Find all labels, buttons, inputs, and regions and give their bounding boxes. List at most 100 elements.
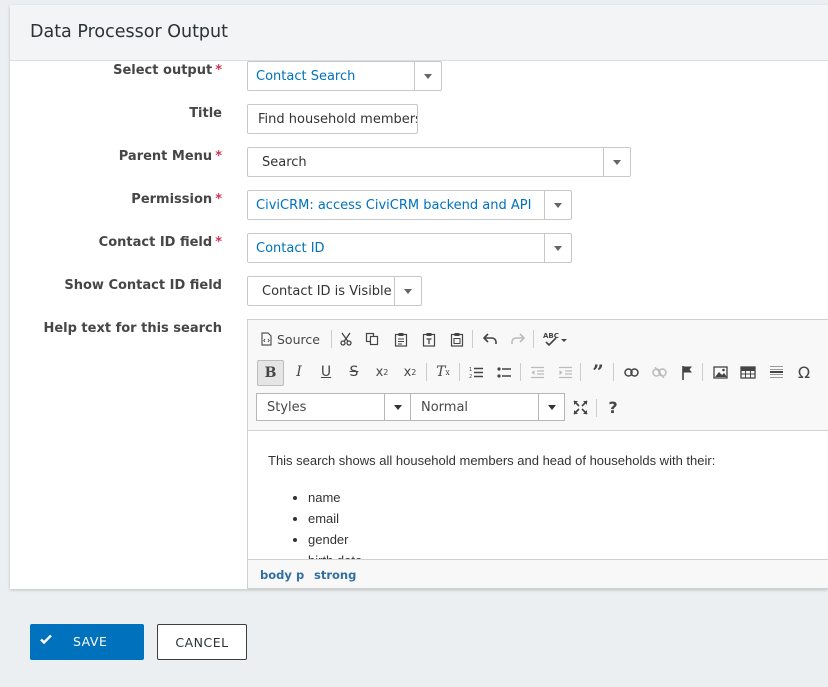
chevron-down-icon[interactable] bbox=[414, 62, 441, 90]
paste-icon[interactable] bbox=[390, 327, 412, 351]
spellcheck-icon[interactable]: ABC bbox=[541, 327, 569, 351]
editor-paragraph: This search shows all household members … bbox=[268, 453, 716, 468]
permission-value: CiviCRM: access CiviCRM backend and API bbox=[256, 198, 532, 213]
underline-icon[interactable]: U bbox=[315, 360, 337, 384]
styles-combo[interactable]: Styles bbox=[256, 393, 411, 421]
check-icon bbox=[39, 632, 53, 646]
toolbar-separator bbox=[520, 363, 521, 381]
toolbar-separator bbox=[459, 363, 460, 381]
show-contact-id-dropdown[interactable]: Contact ID is Visible bbox=[247, 276, 422, 306]
toolbar-separator bbox=[702, 363, 703, 381]
table-icon[interactable] bbox=[737, 360, 759, 384]
toolbar-separator bbox=[613, 363, 614, 381]
path-item-strong[interactable]: strong bbox=[314, 568, 356, 582]
dialog-title: Data Processor Output bbox=[30, 22, 228, 42]
increase-indent-icon[interactable] bbox=[554, 360, 576, 384]
list-item: email bbox=[308, 508, 362, 529]
svg-text:1: 1 bbox=[469, 367, 472, 373]
copy-icon[interactable] bbox=[361, 327, 383, 351]
parent-menu-label: Parent Menu * bbox=[118, 149, 222, 164]
strikethrough-icon[interactable]: S bbox=[343, 360, 365, 384]
toolbar-separator bbox=[472, 330, 473, 348]
svg-text:2: 2 bbox=[469, 374, 472, 379]
format-combo[interactable]: Normal bbox=[410, 393, 565, 421]
editor-content-area[interactable]: This search shows all household members … bbox=[248, 430, 828, 559]
parent-menu-value: Search bbox=[262, 155, 307, 170]
maximize-icon[interactable] bbox=[569, 395, 591, 419]
path-item-body[interactable]: body bbox=[260, 568, 292, 582]
permission-label: Permission * bbox=[131, 192, 222, 207]
remove-format-icon[interactable]: Tx bbox=[432, 360, 454, 384]
image-icon[interactable] bbox=[709, 360, 731, 384]
parent-menu-dropdown[interactable]: Search bbox=[247, 147, 631, 177]
horizontal-rule-icon[interactable] bbox=[765, 360, 787, 384]
rich-text-editor: Source ABC B I U S x 2 x 2 T x 1 2 ” Ω S… bbox=[247, 319, 828, 589]
source-label: Source bbox=[277, 331, 320, 347]
undo-icon[interactable] bbox=[479, 327, 501, 351]
editor-bullet-list: name email gender birth date bbox=[288, 487, 362, 559]
show-contact-id-label: Show Contact ID field bbox=[64, 278, 222, 293]
contact-id-field-value: Contact ID bbox=[256, 241, 325, 256]
title-input-value: Find household members bbox=[258, 112, 418, 127]
help-icon[interactable]: ? bbox=[602, 395, 624, 419]
list-item: name bbox=[308, 487, 362, 508]
title-input[interactable]: Find household members bbox=[247, 104, 418, 134]
chevron-down-icon[interactable] bbox=[544, 191, 571, 219]
help-text-label: Help text for this search bbox=[43, 321, 222, 336]
path-item-p[interactable]: p bbox=[296, 568, 304, 582]
editor-toolbar-row-2: B I U S x2 x2 Tx 12 ” Ω bbox=[248, 360, 828, 388]
subscript-icon[interactable]: x2 bbox=[371, 360, 393, 384]
list-item: gender bbox=[308, 529, 362, 550]
special-character-icon[interactable]: Ω bbox=[793, 360, 815, 384]
dialog: Data Processor Output Select output * Con… bbox=[10, 5, 828, 589]
chevron-down-icon[interactable] bbox=[603, 148, 630, 176]
toolbar-separator bbox=[426, 363, 427, 381]
select-output-dropdown[interactable]: Contact Search bbox=[247, 61, 442, 91]
blockquote-icon[interactable]: ” bbox=[587, 360, 609, 384]
parent-menu-row: Parent Menu * Search bbox=[10, 147, 828, 187]
toolbar-separator bbox=[331, 330, 332, 348]
show-contact-id-value: Contact ID is Visible bbox=[262, 284, 392, 299]
bold-icon[interactable]: B bbox=[257, 360, 284, 386]
source-icon bbox=[260, 332, 273, 346]
chevron-down-icon[interactable] bbox=[538, 394, 564, 420]
editor-toolbar-row-3: Styles Normal ? bbox=[248, 393, 828, 421]
permission-row: Permission * CiviCRM: access CiviCRM back… bbox=[10, 190, 828, 230]
toolbar-separator bbox=[533, 330, 534, 348]
redo-icon[interactable] bbox=[507, 327, 529, 351]
contact-id-field-label: Contact ID field * bbox=[98, 235, 222, 250]
title-label: Title bbox=[189, 106, 222, 121]
italic-icon[interactable]: I bbox=[288, 360, 310, 384]
chevron-down-icon[interactable] bbox=[394, 277, 421, 305]
chevron-down-icon[interactable] bbox=[384, 394, 410, 420]
title-row: Title Find household members bbox=[10, 104, 828, 144]
source-button[interactable]: Source bbox=[260, 327, 324, 351]
editor-elements-path: body p strong bbox=[248, 559, 828, 588]
contact-id-field-row: Contact ID field * Contact ID bbox=[10, 233, 828, 273]
decrease-indent-icon[interactable] bbox=[526, 360, 548, 384]
toolbar-separator bbox=[580, 363, 581, 381]
contact-id-field-dropdown[interactable]: Contact ID bbox=[247, 233, 572, 263]
format-combo-value: Normal bbox=[421, 400, 469, 415]
select-output-row: Select output * Contact Search bbox=[10, 61, 828, 101]
save-button[interactable]: SAVE bbox=[30, 624, 144, 660]
editor-toolbar-row-1: Source ABC bbox=[248, 327, 828, 355]
cut-icon[interactable] bbox=[335, 327, 357, 351]
bulleted-list-icon[interactable] bbox=[493, 360, 515, 384]
link-icon[interactable] bbox=[620, 360, 642, 384]
list-item: birth date bbox=[308, 550, 362, 559]
save-button-label: SAVE bbox=[73, 634, 108, 649]
svg-text:ABC: ABC bbox=[543, 332, 559, 340]
permission-dropdown[interactable]: CiviCRM: access CiviCRM backend and API bbox=[247, 190, 572, 220]
cancel-button[interactable]: CANCEL bbox=[157, 624, 247, 660]
unlink-icon[interactable] bbox=[648, 360, 670, 384]
numbered-list-icon[interactable]: 12 bbox=[465, 360, 487, 384]
superscript-icon[interactable]: x2 bbox=[399, 360, 421, 384]
chevron-down-icon[interactable] bbox=[544, 234, 571, 262]
paste-text-icon[interactable] bbox=[418, 327, 440, 351]
cancel-button-label: CANCEL bbox=[175, 635, 229, 650]
paste-word-icon[interactable] bbox=[446, 327, 468, 351]
styles-combo-value: Styles bbox=[267, 400, 307, 415]
anchor-flag-icon[interactable] bbox=[676, 360, 698, 384]
toolbar-separator bbox=[596, 399, 597, 417]
